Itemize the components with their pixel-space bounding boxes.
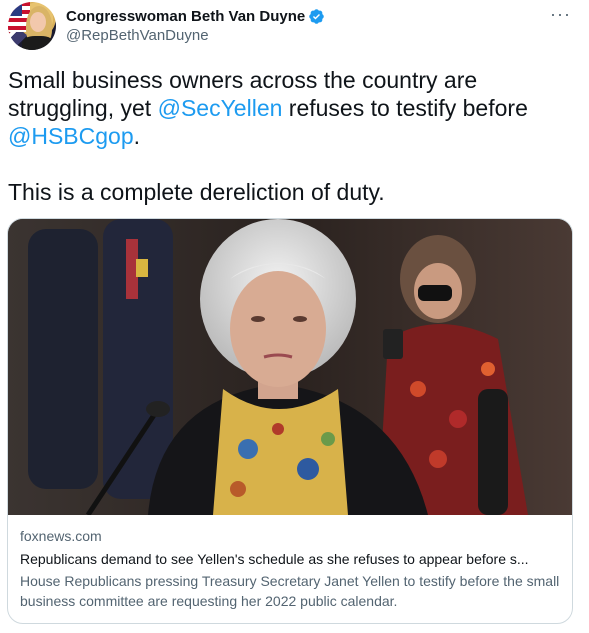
link-card[interactable]: foxnews.com Republicans demand to see Ye… [7, 218, 573, 624]
mention-hsbcgop[interactable]: @HSBCgop [8, 123, 134, 149]
tweet-text-part: . [133, 123, 141, 149]
card-domain: foxnews.com [20, 528, 102, 544]
tweet-paragraph-1: Small business owners across the country… [8, 66, 578, 150]
display-name[interactable]: Congresswoman Beth Van Duyne [66, 8, 305, 25]
tweet-paragraph-2: This is a complete dereliction of duty. [8, 179, 385, 205]
name-row: Congresswoman Beth Van Duyne [66, 6, 325, 26]
card-image[interactable] [8, 219, 572, 515]
verified-badge-icon [309, 8, 324, 24]
more-icon[interactable]: ··· [550, 4, 571, 25]
mention-secyellen[interactable]: @SecYellen [158, 95, 283, 121]
card-photo-illustration [8, 219, 572, 515]
avatar[interactable] [8, 2, 56, 50]
handle[interactable]: @RepBethVanDuyne [66, 27, 325, 44]
card-title[interactable]: Republicans demand to see Yellen's sched… [20, 549, 565, 569]
tweet-text-part: refuses to testify before [282, 95, 528, 121]
tweet-header: Congresswoman Beth Van Duyne @RepBethVan… [66, 6, 325, 44]
flag-canton [8, 2, 22, 16]
tweet[interactable]: Congresswoman Beth Van Duyne @RepBethVan… [0, 0, 589, 633]
card-body: foxnews.com Republicans demand to see Ye… [20, 527, 565, 611]
card-description: House Republicans pressing Treasury Secr… [20, 573, 560, 609]
avatar-face [30, 12, 46, 32]
tweet-text: Small business owners across the country… [8, 66, 578, 206]
avatar-body [22, 36, 54, 50]
